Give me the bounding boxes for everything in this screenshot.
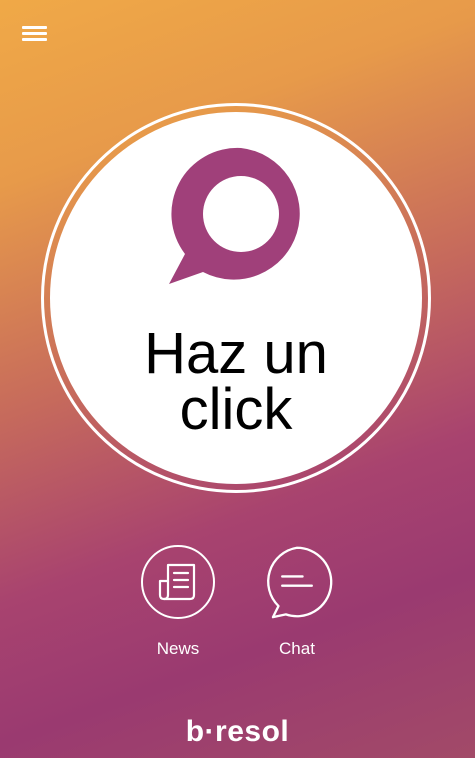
news-label: News	[156, 639, 200, 658]
newspaper-icon	[158, 563, 196, 601]
chat-bubble-icon	[267, 546, 333, 619]
hamburger-icon-line	[22, 32, 47, 35]
hero-line-2: click	[179, 377, 293, 442]
speech-bubble-logo-icon	[169, 147, 300, 284]
news-circle	[141, 545, 215, 619]
chat-circle	[260, 545, 334, 619]
hamburger-icon-line	[22, 38, 47, 41]
brand-logo: b·resol	[185, 715, 290, 748]
hero-line-1: Haz un	[144, 321, 328, 386]
haz-un-click-button[interactable]: Haz un click	[50, 112, 422, 484]
chat-label: Chat	[279, 639, 315, 658]
news-button[interactable]: News	[138, 545, 218, 659]
hero-text: Haz un click	[50, 321, 422, 442]
chat-button[interactable]: Chat	[257, 545, 337, 659]
hamburger-icon-line	[22, 26, 47, 29]
menu-button[interactable]	[22, 22, 50, 44]
